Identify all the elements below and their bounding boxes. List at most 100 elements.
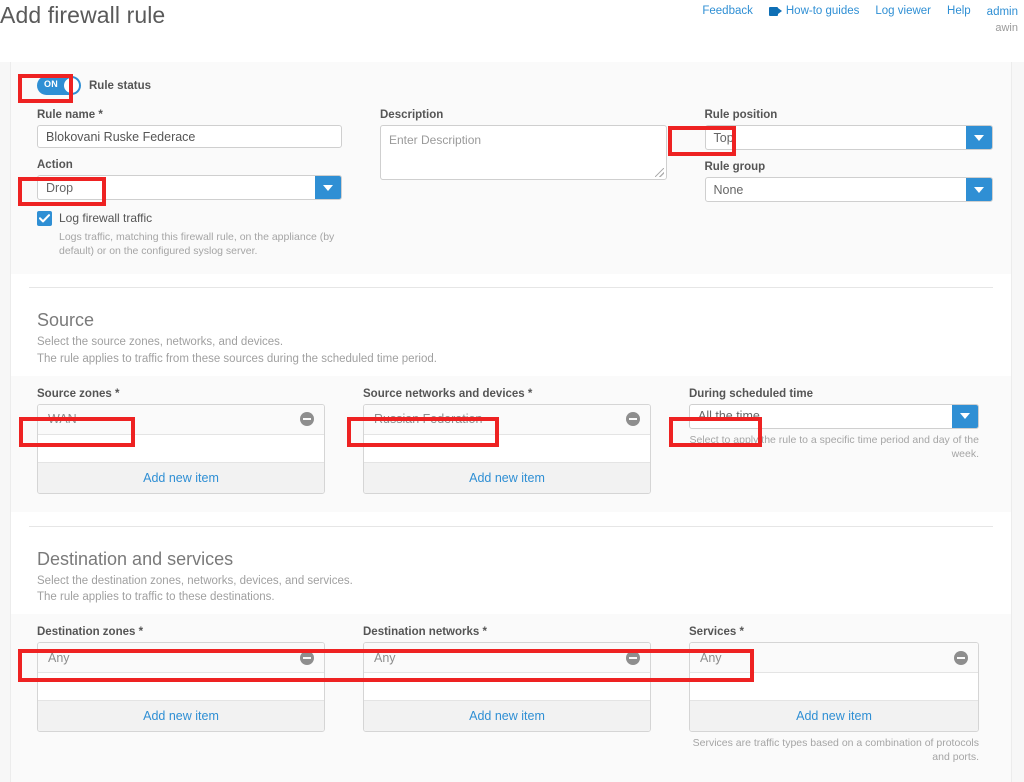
rule-basics-right-column: Rule position Top Rule group None [704,109,993,258]
spacer-above-source-divider [11,274,1011,288]
chevron-down-icon[interactable] [966,126,992,149]
chevron-down-icon[interactable] [952,404,978,428]
remove-item-icon[interactable] [626,412,640,427]
destination-fields-section: Destination zones * Any Add new item Des… [11,614,1011,782]
top-navigation: Feedback How-to guides Log viewer Help a… [702,5,1018,35]
rule-basics-columns: Rule name * Blokovani Ruske Federace Act… [37,109,993,258]
destination-desc-line-2: The rule applies to traffic to these des… [37,591,275,604]
rule-group-value: None [713,182,744,197]
destination-networks-field: Destination networks * Any Add new item [363,626,651,764]
rule-group-select[interactable]: None [704,177,993,202]
source-zones-listbox[interactable]: WAN Add new item [37,403,325,494]
source-zones-field: Source zones * WAN Add new item [37,388,325,494]
description-label: Description [380,109,444,121]
remove-item-icon[interactable] [300,412,314,427]
user-menu-name: admin [986,6,1018,18]
services-label: Services * [689,626,744,639]
source-desc-line-1: Select the source zones, networks, and d… [37,336,284,349]
user-menu[interactable]: admin awin [987,5,1018,35]
schedule-label: During scheduled time [689,387,813,400]
nav-link-feedback-label: Feedback [702,5,753,17]
description-placeholder: Enter Description [389,133,482,147]
listbox-empty-area [364,434,650,463]
nav-link-log-viewer[interactable]: Log viewer [875,5,931,17]
video-camera-icon [768,6,782,16]
description-textarea[interactable]: Enter Description [380,125,667,180]
remove-item-icon[interactable] [300,650,314,665]
destination-networks-listbox[interactable]: Any Add new item [363,642,651,733]
list-item-label: Russian Federation [374,412,483,427]
list-item[interactable]: Russian Federation [364,404,650,435]
source-networks-label: Source networks and devices * [363,387,533,400]
rule-basics-left-column: Rule name * Blokovani Ruske Federace Act… [37,109,342,258]
source-networks-listbox[interactable]: Russian Federation Add new item [363,403,651,494]
rule-position-select[interactable]: Top [704,125,993,150]
add-new-item-button[interactable]: Add new item [38,462,324,493]
remove-item-icon[interactable] [626,650,640,665]
services-field: Services * Any Add new item Services are… [689,626,979,764]
rule-basics-middle-column: Description Enter Description [380,109,667,258]
list-item-label: Any [700,650,722,665]
rule-status-toggle-state: ON [44,79,59,89]
log-traffic-row: Log firewall traffic Logs traffic, match… [37,211,342,258]
page-title: Add firewall rule [0,2,166,28]
rule-status-row: ON Rule status [37,76,993,95]
destination-zones-field: Destination zones * Any Add new item [37,626,325,764]
schedule-field: During scheduled time All the time Selec… [689,388,979,494]
source-columns: Source zones * WAN Add new item Source n… [37,388,993,494]
action-select-value: Drop [46,180,74,195]
top-header-bar: Add firewall rule Feedback How-to guides… [0,0,1024,62]
services-listbox[interactable]: Any Add new item [689,642,979,733]
add-new-item-button[interactable]: Add new item [690,701,978,732]
log-traffic-hint: Logs traffic, matching this firewall rul… [59,231,335,258]
destination-zones-label: Destination zones * [37,626,144,639]
add-new-item-button[interactable]: Add new item [364,462,650,493]
nav-link-feedback[interactable]: Feedback [702,5,753,17]
destination-title: Destination and services [37,548,234,569]
rule-name-input[interactable]: Blokovani Ruske Federace [37,125,342,148]
rule-status-toggle[interactable]: ON [37,76,81,95]
services-hint: Services are traffic types based on a co… [692,737,979,764]
nav-link-how-to-guides[interactable]: How-to guides [768,5,860,17]
list-item-label: Any [48,650,70,665]
nav-link-help-label: Help [947,5,971,17]
log-traffic-checkbox[interactable] [37,211,52,226]
listbox-empty-area [38,673,324,702]
source-networks-field: Source networks and devices * Russian Fe… [363,388,651,494]
listbox-empty-area [364,673,650,702]
spacer-above-destination-divider [11,511,1011,526]
rule-status-toggle-knob [64,78,79,93]
destination-desc-line-1: Select the destination zones, networks, … [37,574,353,587]
source-section-heading: Source Select the source zones, networks… [11,288,1011,375]
rule-name-label: Rule name * [37,109,103,121]
source-title: Source [37,310,95,331]
list-item[interactable]: Any [690,643,978,674]
list-item[interactable]: Any [364,643,650,674]
list-item-label: WAN [48,412,77,427]
rule-position-value: Top [713,130,734,145]
nav-link-how-to-guides-label: How-to guides [785,5,860,17]
list-item[interactable]: Any [38,643,324,674]
destination-section-heading: Destination and services Select the dest… [11,527,1011,614]
chevron-down-icon[interactable] [315,176,341,199]
source-zones-label: Source zones * [37,387,120,400]
action-label: Action [37,159,73,171]
schedule-select[interactable]: All the time [689,403,979,429]
add-new-item-button[interactable]: Add new item [364,701,650,732]
destination-zones-listbox[interactable]: Any Add new item [37,642,325,733]
chevron-down-icon[interactable] [966,178,992,201]
rule-group-label: Rule group [704,161,766,173]
list-item[interactable]: WAN [38,404,324,435]
schedule-hint: Select to apply the rule to a specific t… [689,433,979,460]
action-select[interactable]: Drop [37,175,342,200]
source-fields-section: Source zones * WAN Add new item Source n… [11,375,1011,512]
nav-link-help[interactable]: Help [947,5,971,17]
list-item-label: Any [374,650,396,665]
remove-item-icon[interactable] [954,650,968,665]
rule-name-value: Blokovani Ruske Federace [46,129,196,144]
add-new-item-button[interactable]: Add new item [38,701,324,732]
main-content-card: ON Rule status Rule name * Blokovani Rus… [10,62,1012,782]
resize-handle-icon[interactable] [654,168,664,177]
log-traffic-label: Log firewall traffic [59,211,153,225]
source-desc-line-2: The rule applies to traffic from these s… [37,353,437,366]
